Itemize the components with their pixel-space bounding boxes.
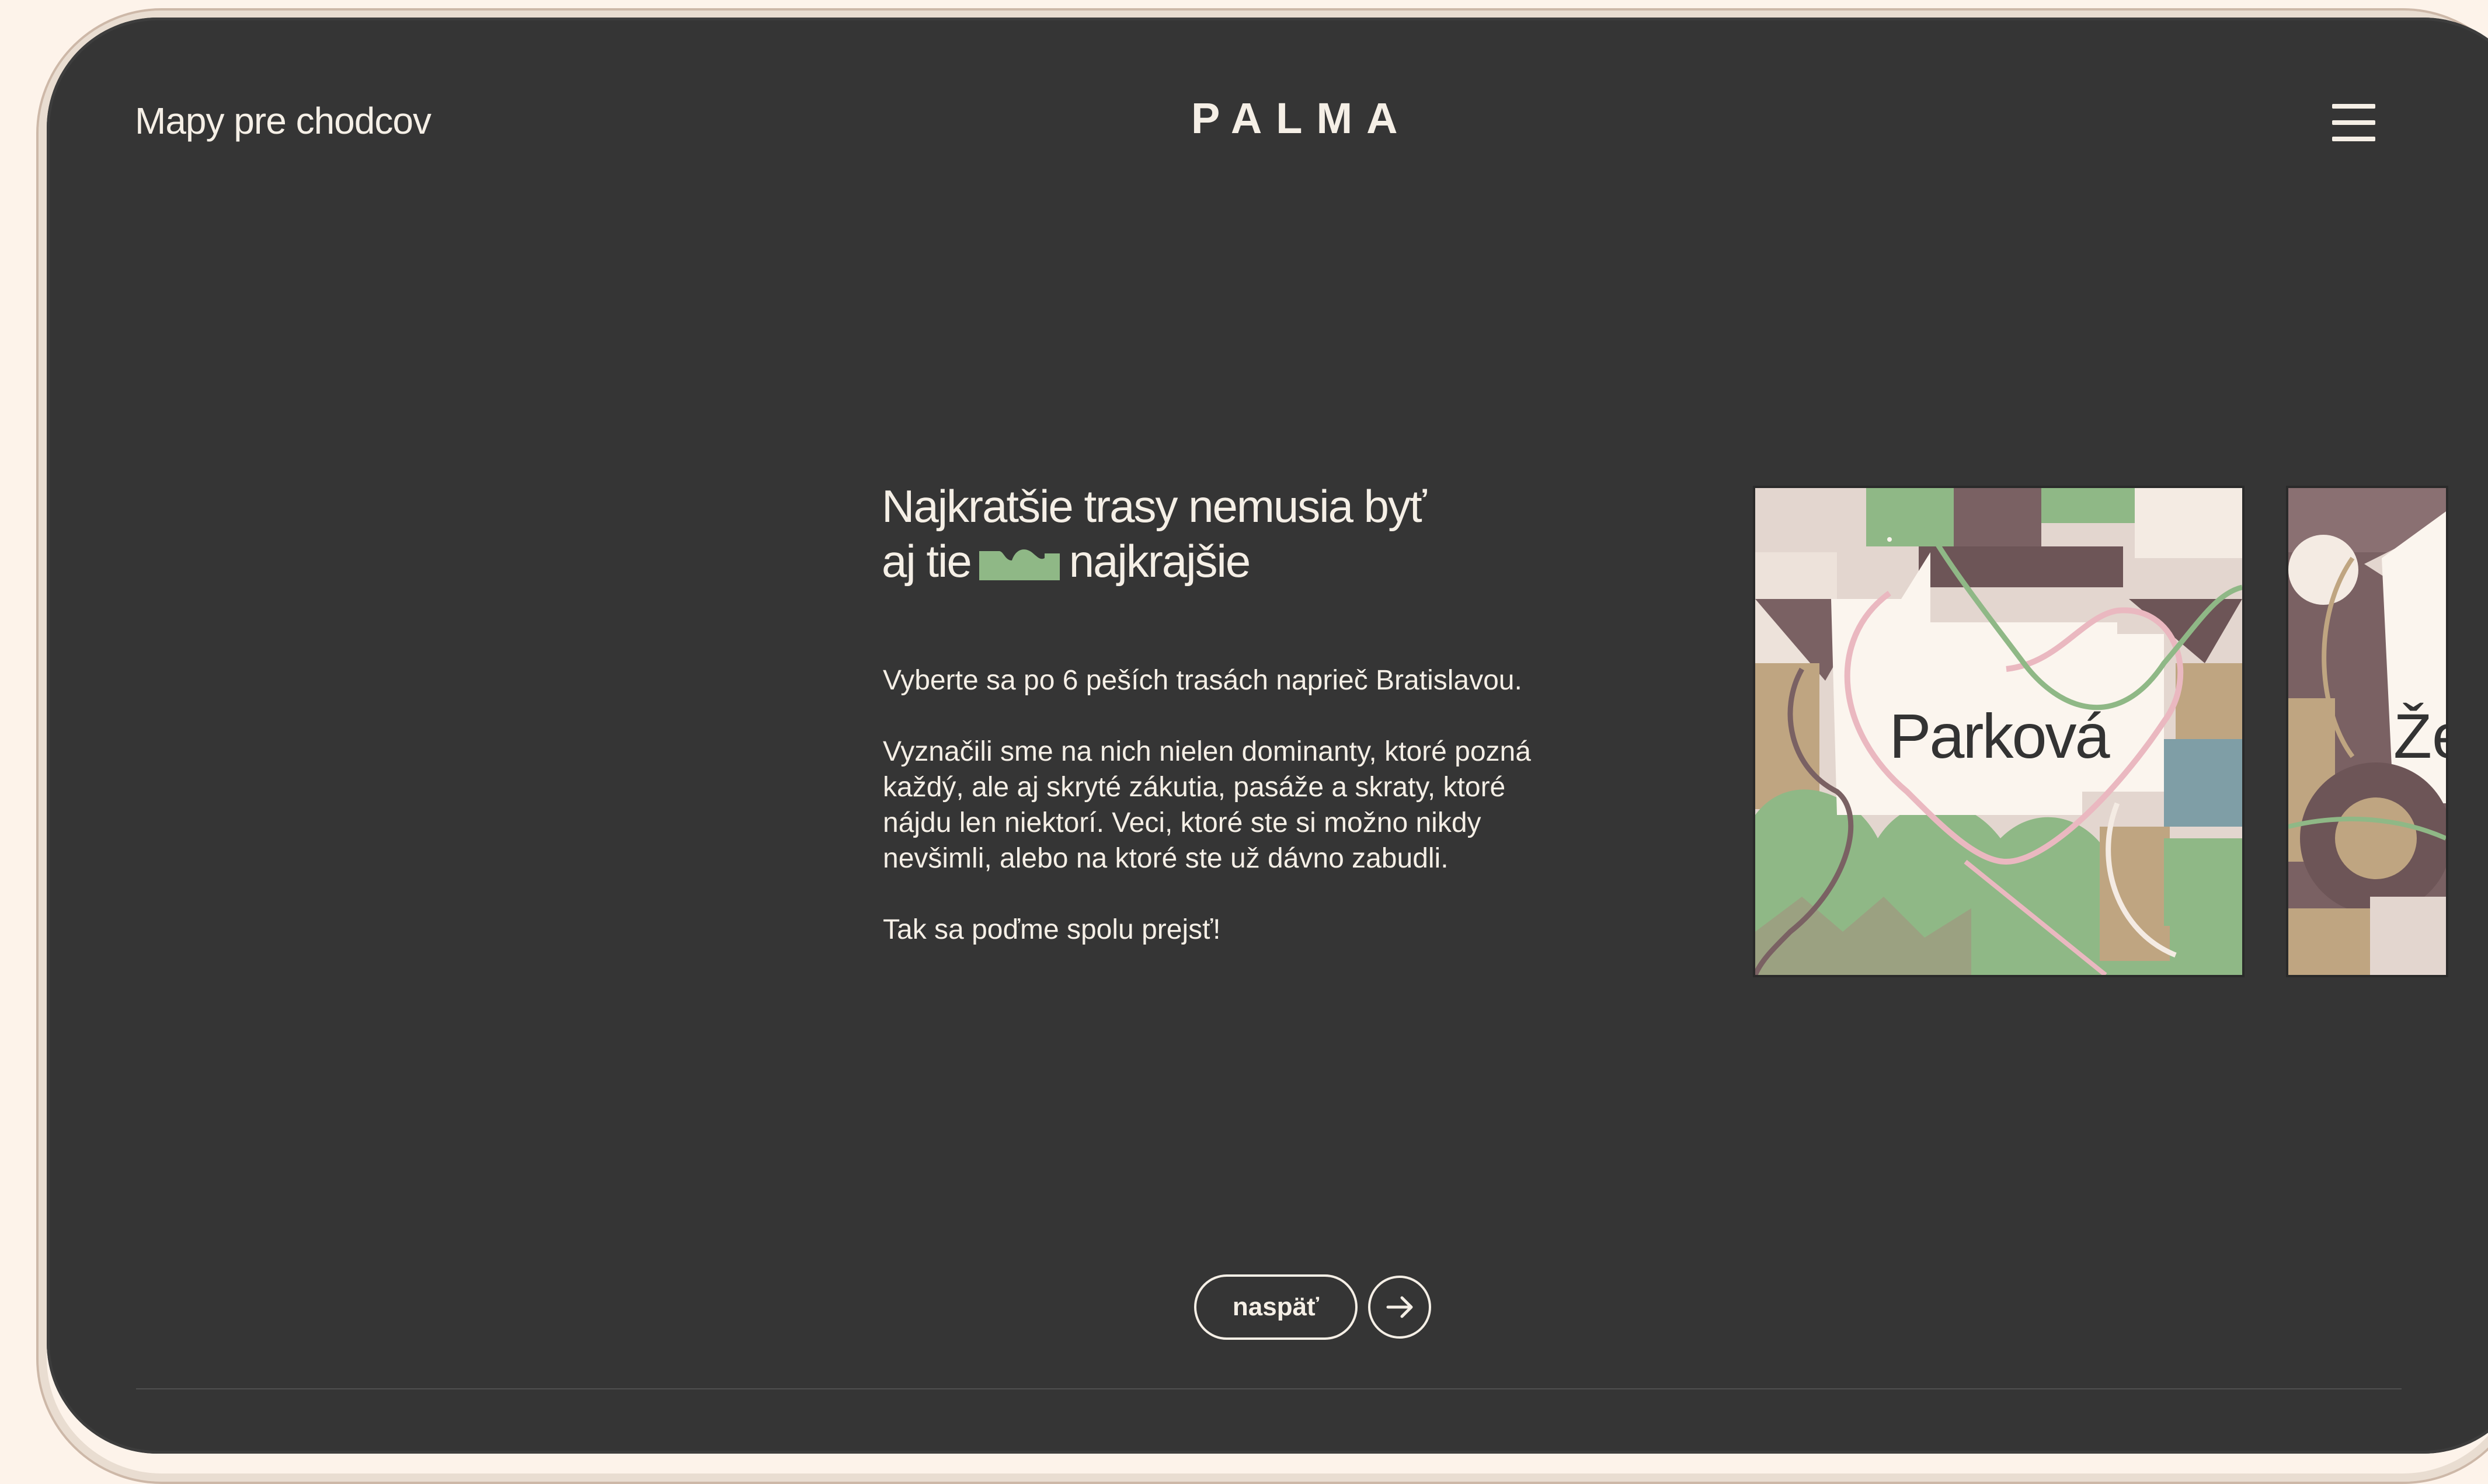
second-route-illustration: Že bbox=[2288, 488, 2446, 975]
intro-body: Vyberte sa po 6 peších trasách naprieč B… bbox=[883, 663, 1560, 983]
route-card-parkova[interactable]: Parková bbox=[1753, 486, 2245, 977]
screen: Mapy pre chodcov PALMA Najkratšie trasy … bbox=[47, 18, 2488, 1454]
headline-line-2-end: najkrajšie bbox=[1069, 535, 1251, 587]
headline-line-2: aj tie najkrajšie bbox=[882, 534, 1425, 588]
intro-paragraph-2: Vyznačili sme na nich nielen dominanty, … bbox=[883, 736, 1531, 874]
card-title-second: Že bbox=[2393, 701, 2446, 771]
hamburger-menu-icon[interactable] bbox=[2332, 104, 2375, 141]
green-hills-icon bbox=[979, 549, 1060, 580]
palma-logo[interactable]: PALMA bbox=[1191, 93, 1412, 143]
next-button[interactable] bbox=[1368, 1276, 1431, 1339]
arrow-right-icon bbox=[1386, 1296, 1413, 1318]
site-title[interactable]: Mapy pre chodcov bbox=[135, 99, 432, 142]
headline-line-2-start: aj tie bbox=[882, 535, 972, 587]
route-card-second[interactable]: Že bbox=[2286, 486, 2448, 977]
parkova-illustration: Parková bbox=[1755, 488, 2242, 975]
intro-paragraph-3: Tak sa poďme spolu prejsť! bbox=[883, 914, 1221, 945]
footer-divider bbox=[136, 1388, 2402, 1389]
intro-paragraph-1: Vyberte sa po 6 peších trasách naprieč B… bbox=[883, 665, 1522, 696]
headline-line-1: Najkratšie trasy nemusia byť bbox=[882, 480, 1426, 532]
card-title-parkova: Parková bbox=[1889, 701, 2110, 771]
intro-headline: Najkratšie trasy nemusia byť aj tie najkr… bbox=[882, 479, 1426, 588]
back-button[interactable]: naspäť bbox=[1194, 1274, 1358, 1340]
